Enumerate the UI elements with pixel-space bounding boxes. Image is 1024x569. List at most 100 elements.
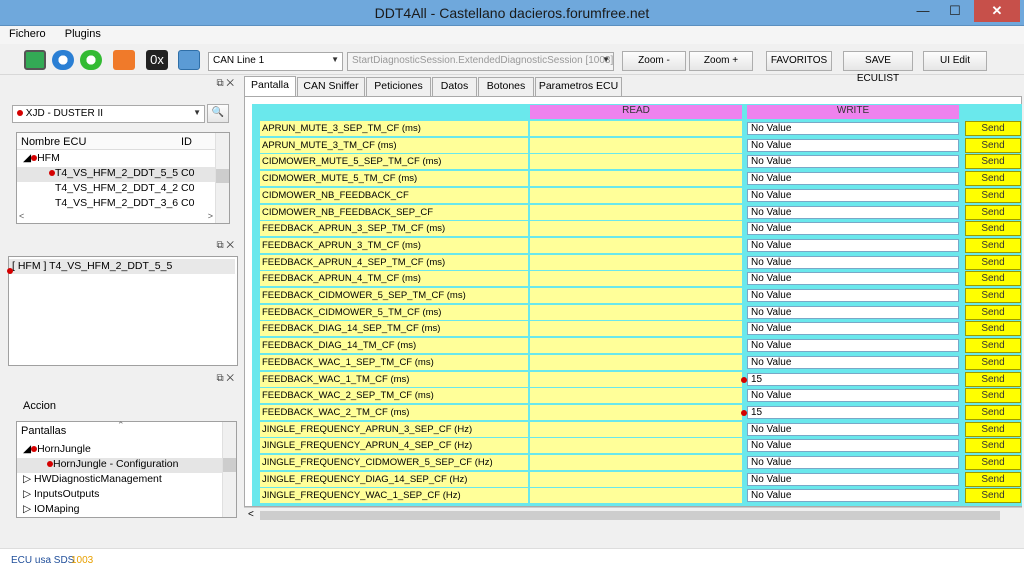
pantalla-group[interactable]: ▷ IOMaping [17,503,222,518]
send-button[interactable]: Send [965,404,1021,420]
chevron-right-icon[interactable]: > [208,211,213,221]
ecu-item[interactable]: T4_VS_HFM_2_DDT_4_2 C0 [17,182,215,197]
send-button[interactable]: Send [965,237,1021,253]
ecu-item[interactable]: T4_VS_HFM_2_DDT_5_5 C0 [17,167,215,182]
send-button[interactable]: Send [965,354,1021,370]
scrollbar[interactable] [215,133,229,223]
write-input[interactable]: No Value [747,138,959,152]
write-input[interactable]: No Value [747,389,959,403]
col-id: ID [181,136,192,148]
scrollbar[interactable] [222,422,236,517]
send-button[interactable]: Send [965,304,1021,320]
close-icon[interactable]: ✕ [226,78,234,89]
maximize-button[interactable]: ☐ [940,0,970,22]
send-button[interactable]: Send [965,471,1021,487]
tab-pantalla[interactable]: Pantalla [244,76,296,96]
close-icon[interactable]: ✕ [226,240,234,251]
heart-monitor-icon[interactable] [113,50,135,70]
refresh-icon[interactable] [52,50,74,70]
scroll-thumb[interactable] [260,511,1000,520]
menu-plugins[interactable]: Plugins [56,26,108,40]
write-input[interactable]: No Value [747,222,959,236]
send-button[interactable]: Send [965,321,1021,337]
close-icon[interactable]: ✕ [226,373,234,384]
write-input[interactable]: No Value [747,322,959,336]
chevron-left-icon[interactable]: < [19,211,24,221]
read-value [530,304,742,320]
send-button[interactable]: Send [965,488,1021,504]
write-input[interactable]: No Value [747,422,959,436]
hex-icon[interactable]: 0x [146,50,168,70]
write-input[interactable]: No Value [747,255,959,269]
can-line-select[interactable]: CAN Line 1 ▼ [208,52,343,71]
pantalla-group[interactable]: ◢ HornJungle [17,443,222,458]
save-eculist-button[interactable]: SAVE ECULIST [843,51,913,84]
menu-fichero[interactable]: Fichero [0,26,53,40]
send-button[interactable]: Send [965,137,1021,153]
write-input[interactable]: No Value [747,489,959,503]
write-input[interactable]: 15 [747,405,959,419]
table-row: JINGLE_FREQUENCY_APRUN_4_SEP_CF (Hz) No V… [252,438,1022,454]
selected-ecu-item[interactable]: [ HFM ] T4_VS_HFM_2_DDT_5_5 [9,259,235,274]
minimize-button[interactable]: — [908,0,938,22]
write-input[interactable]: No Value [747,238,959,252]
tab-parametros-ecu[interactable]: Parametros ECU [535,77,622,96]
ui-edit-button[interactable]: UI Edit [923,51,987,71]
send-button[interactable]: Send [965,421,1021,437]
send-button[interactable]: Send [965,171,1021,187]
write-input[interactable]: No Value [747,355,959,369]
read-value [530,237,742,253]
favoritos-button[interactable]: FAVORITOS [766,51,832,71]
write-input[interactable]: No Value [747,456,959,469]
send-button[interactable]: Send [965,154,1021,170]
send-button[interactable]: Send [965,438,1021,454]
write-input[interactable]: No Value [747,439,959,453]
send-button[interactable]: Send [965,338,1021,354]
write-input[interactable]: No Value [747,305,959,319]
pantalla-item[interactable]: HornJungle - Configuration [17,458,222,473]
float-icon[interactable]: ⧉ [216,78,223,89]
write-input[interactable]: No Value [747,205,959,219]
send-button[interactable]: Send [965,371,1021,387]
write-input[interactable]: No Value [747,472,959,486]
tab-peticiones[interactable]: Peticiones [366,77,431,96]
send-button[interactable]: Send [965,254,1021,270]
write-input[interactable]: No Value [747,289,959,302]
send-button[interactable]: Send [965,455,1021,470]
connect-icon[interactable] [80,50,102,70]
send-button[interactable]: Send [965,204,1021,220]
zoom-out-button[interactable]: Zoom - [622,51,686,71]
send-button[interactable]: Send [965,221,1021,237]
send-button[interactable]: Send [965,271,1021,287]
write-input[interactable]: No Value [747,155,959,169]
ecu-item[interactable]: T4_VS_HFM_2_DDT_3_6 C0 [17,197,215,212]
send-button[interactable]: Send [965,121,1021,136]
write-input[interactable]: No Value [747,272,959,286]
tab-botones[interactable]: Botones [478,77,534,96]
network-icon[interactable] [178,50,200,70]
write-input[interactable]: 15 [747,372,959,386]
zoom-in-button[interactable]: Zoom + [689,51,753,71]
write-input[interactable]: No Value [747,172,959,186]
pantalla-group[interactable]: ▷ InputsOutputs [17,488,222,503]
tab-can-sniffer[interactable]: CAN Sniffer [297,77,365,96]
tree-group-hfm[interactable]: ◢ HFM [17,152,215,167]
pantalla-group[interactable]: ▷ HWDiagnosticManagement [17,473,222,488]
send-button[interactable]: Send [965,288,1021,303]
send-button[interactable]: Send [965,187,1021,203]
grid-hscrollbar[interactable]: < [244,507,1022,522]
search-icon[interactable]: 🔍 [207,104,229,123]
vehicle-select[interactable]: XJD - DUSTER II ▼ [12,105,205,123]
chevron-left-icon[interactable]: < [248,509,254,520]
session-select[interactable]: StartDiagnosticSession.ExtendedDiagnosti… [347,52,614,71]
hscrollbar[interactable]: < > [17,211,215,223]
close-button[interactable]: ✕ [974,0,1020,22]
write-input[interactable]: No Value [747,339,959,353]
float-icon[interactable]: ⧉ [216,373,223,384]
scope-icon[interactable] [24,50,46,70]
float-icon[interactable]: ⧉ [216,240,223,251]
write-input[interactable]: No Value [747,122,959,135]
write-input[interactable]: No Value [747,188,959,202]
tab-datos[interactable]: Datos [432,77,477,96]
send-button[interactable]: Send [965,388,1021,404]
